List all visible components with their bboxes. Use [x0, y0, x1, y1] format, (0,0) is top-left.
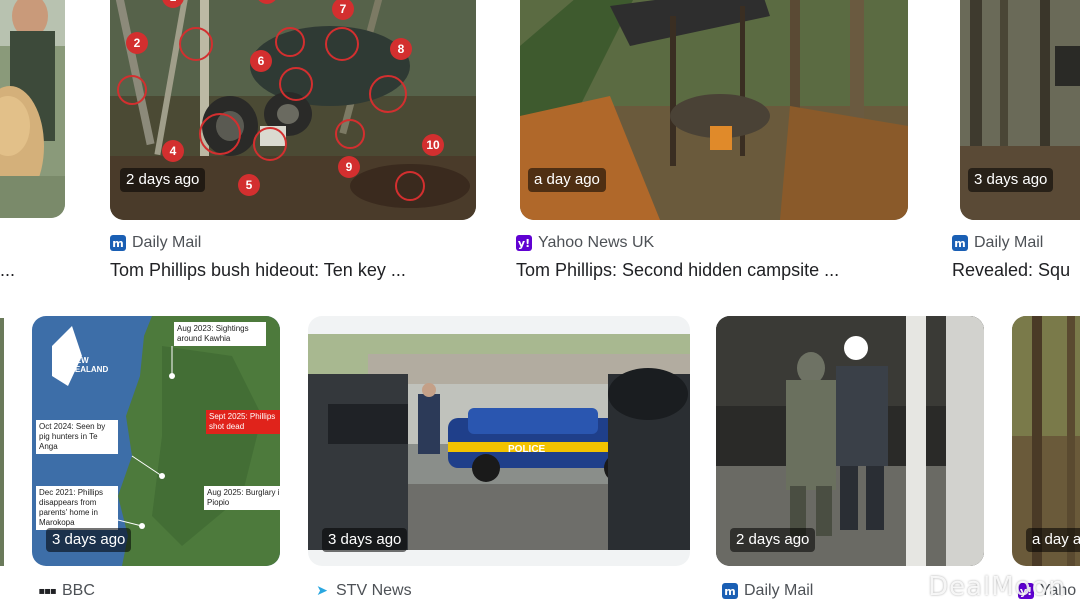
image-card-revealed[interactable]: 3 days ago m Daily Mail Revealed: Squ	[952, 0, 1080, 290]
image-card-partial-right[interactable]: a day a y! Yaho	[1012, 316, 1080, 610]
thumbnail[interactable]: 2 days ago	[716, 316, 984, 566]
marker-7: 7	[332, 0, 354, 20]
source[interactable]: m Daily Mail	[110, 234, 201, 252]
map-callout: Dec 2021: Phillips disappears from paren…	[36, 486, 118, 530]
source-name: Yahoo News UK	[538, 234, 655, 251]
marker-label: 10	[422, 134, 444, 156]
time-badge: 2 days ago	[120, 168, 206, 192]
marker-4: 4	[162, 140, 184, 162]
image-card-stv-police[interactable]: POLICE 3 days ago ➤ STV News	[308, 316, 690, 610]
source[interactable]: m Daily Mail	[952, 234, 1043, 252]
image-card-night-photo[interactable]: 2 days ago m Daily Mail	[716, 316, 986, 610]
thumbnail[interactable]: a day a	[1012, 316, 1080, 566]
thumbnail[interactable]: 2 days ago 1 2 3 4 5 6 7 8 9 10	[110, 0, 476, 220]
marker-label: 3	[256, 0, 278, 4]
daily-mail-icon: m	[952, 235, 968, 251]
marker-2: 2	[126, 32, 148, 54]
marker-label: 1	[162, 0, 184, 8]
time-badge: a day ago	[528, 168, 606, 192]
map-callout: Aug 2023: Sightings around Kawhia	[174, 322, 266, 346]
time-badge: a day a	[1026, 528, 1080, 552]
source-name: Daily Mail	[132, 234, 202, 251]
source-name: BBC	[62, 582, 95, 599]
source-name: Daily Mail	[974, 234, 1044, 251]
people-photo	[0, 0, 65, 218]
source[interactable]: ▪▪▪ BBC	[38, 582, 95, 600]
marker-9: 9	[338, 156, 360, 178]
marker-label: 4	[162, 140, 184, 162]
time-badge: 3 days ago	[968, 168, 1054, 192]
marker-1: 1	[162, 0, 184, 8]
time-badge: 3 days ago	[46, 528, 132, 552]
marker-3: 3	[256, 0, 278, 4]
marker-label: 8	[390, 38, 412, 60]
partial-thumbnail[interactable]	[0, 0, 65, 218]
image-card-campsite[interactable]: a day ago y! Yahoo News UK Tom Phillips:…	[516, 0, 916, 290]
map-callout: Aug 2025: Burglary in Piopio	[204, 486, 280, 510]
map-callout: Oct 2024: Seen by pig hunters in Te Anga	[36, 420, 118, 454]
source-name: Daily Mail	[744, 582, 814, 599]
marker-8: 8	[390, 38, 412, 60]
partial-image-card-left[interactable]: ...	[0, 0, 75, 290]
thumbnail[interactable]: POLICE 3 days ago	[308, 316, 690, 566]
marker-label: 9	[338, 156, 360, 178]
source[interactable]: ➤ STV News	[314, 582, 412, 600]
marker-6: 6	[250, 50, 272, 72]
yahoo-icon: y!	[516, 235, 532, 251]
marker-5: 5	[238, 174, 260, 196]
marker-label: 6	[250, 50, 272, 72]
partial-image-sliver[interactable]	[0, 318, 4, 566]
marker-10: 10	[422, 134, 444, 156]
source-name: STV News	[336, 582, 412, 599]
card-title[interactable]: Tom Phillips bush hideout: Ten key ...	[110, 260, 480, 281]
source[interactable]: y! Yahoo News UK	[516, 234, 654, 252]
partial-title[interactable]: ...	[0, 260, 40, 281]
card-title[interactable]: Revealed: Squ	[952, 260, 1080, 281]
marker-label: 2	[126, 32, 148, 54]
stv-icon: ➤	[316, 583, 328, 599]
thumbnail[interactable]: 3 days ago	[960, 0, 1080, 220]
watermark: DealMoon	[928, 572, 1066, 602]
daily-mail-icon: m	[110, 235, 126, 251]
thumbnail[interactable]: a day ago	[520, 0, 908, 220]
card-title[interactable]: Tom Phillips: Second hidden campsite ...	[516, 260, 916, 281]
daily-mail-icon: m	[722, 583, 738, 599]
source[interactable]: m Daily Mail	[722, 582, 813, 600]
marker-label: 5	[238, 174, 260, 196]
time-badge: 2 days ago	[730, 528, 816, 552]
map-callout-highlight: Sept 2025: Phillips shot dead	[206, 410, 280, 434]
bbc-icon: ▪▪▪	[38, 585, 56, 597]
police-car-text: POLICE	[508, 444, 546, 455]
image-card-bush-hideout[interactable]: 2 days ago 1 2 3 4 5 6 7 8 9 10 m Daily …	[110, 0, 480, 290]
time-badge: 3 days ago	[322, 528, 408, 552]
country-label: NEW ZEALAND	[70, 356, 109, 374]
police-scene-photo	[308, 334, 690, 550]
image-card-bbc-map[interactable]: NEW ZEALAND Aug 2023: Sightings around K…	[32, 316, 282, 610]
marker-label: 7	[332, 0, 354, 20]
thumbnail[interactable]: NEW ZEALAND Aug 2023: Sightings around K…	[32, 316, 280, 566]
